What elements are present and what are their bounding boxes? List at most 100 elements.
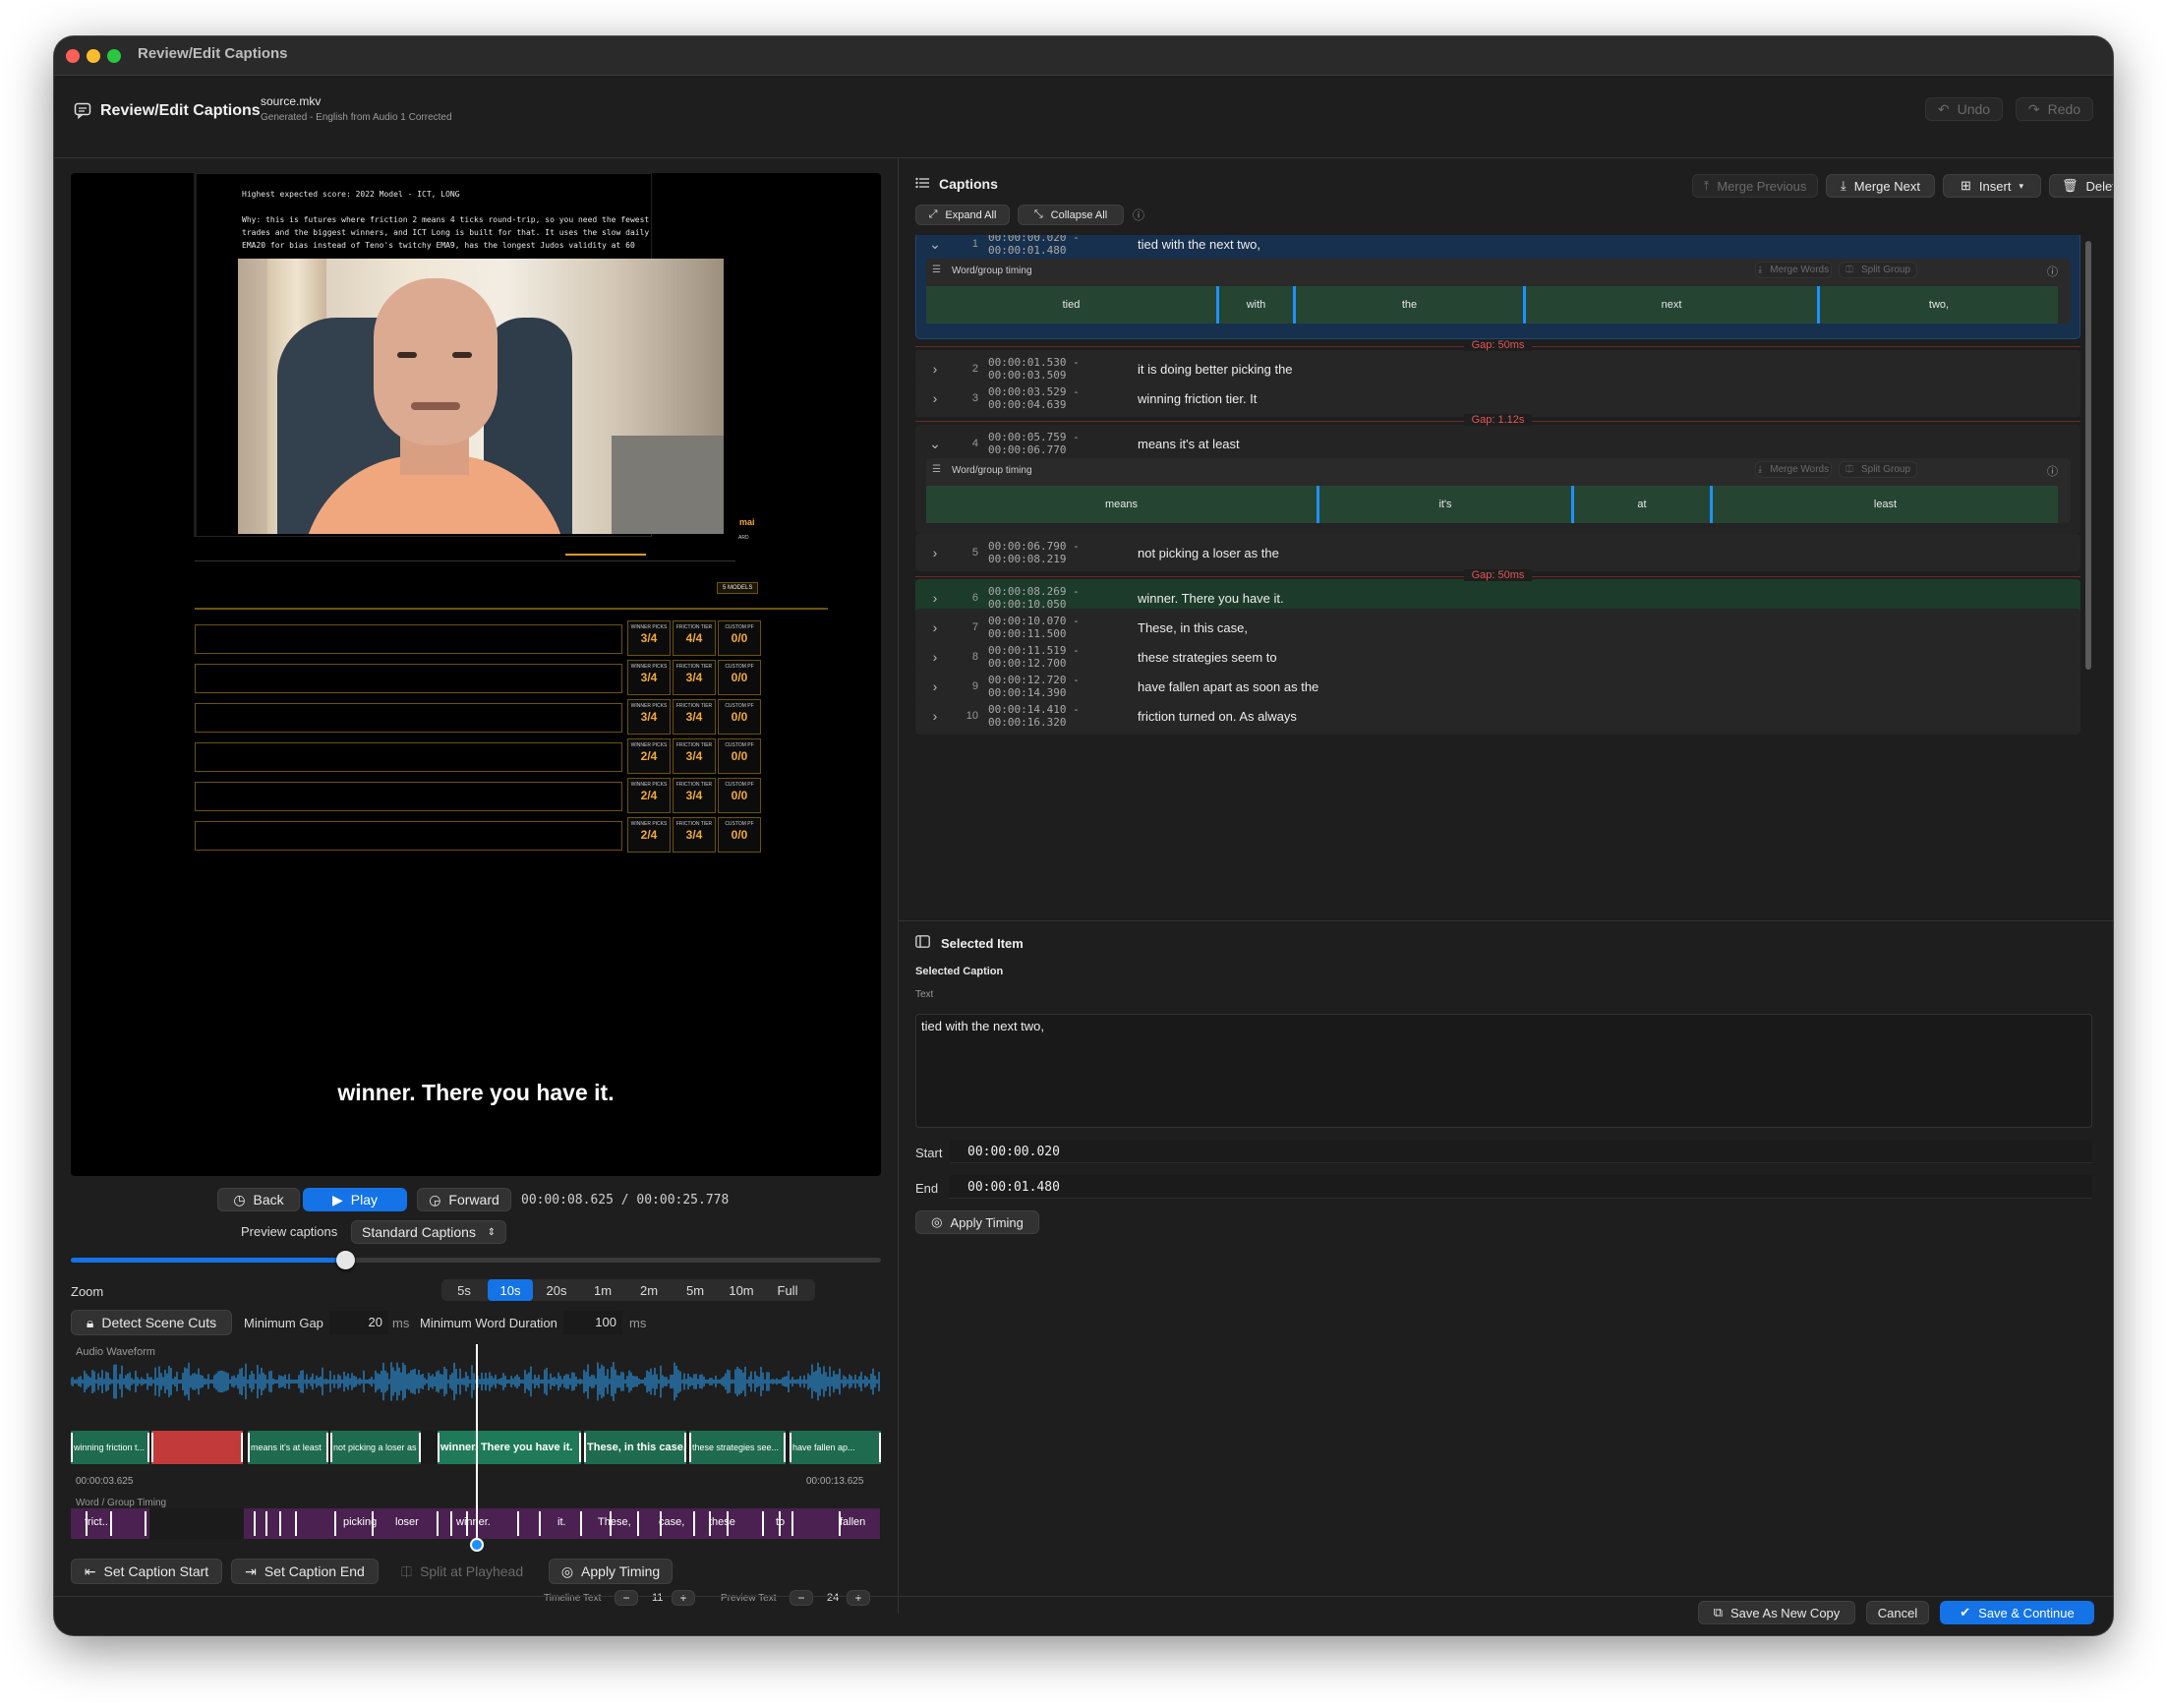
- set-caption-start-button[interactable]: ⇤ Set Caption Start: [71, 1559, 222, 1584]
- merge-words-button[interactable]: ⤓ Merge Words: [1755, 262, 1832, 278]
- cancel-button[interactable]: Cancel: [1866, 1601, 1929, 1624]
- word-boundary-handle[interactable]: [110, 1511, 112, 1536]
- chevron-right-icon[interactable]: ›: [915, 390, 955, 406]
- play-button[interactable]: ▶ Play: [303, 1188, 407, 1211]
- word-segment[interactable]: it's: [1319, 486, 1571, 523]
- zoom-window-button[interactable]: [107, 49, 121, 63]
- word-boundary-handle[interactable]: [693, 1511, 695, 1536]
- zoom-option-5s[interactable]: 5s: [441, 1279, 487, 1301]
- preview-captions-select[interactable]: Standard Captions ⇕: [351, 1220, 506, 1244]
- chevron-down-icon[interactable]: ⌄: [915, 436, 955, 452]
- segment-edge-handle[interactable]: [147, 1433, 149, 1462]
- start-time-field[interactable]: 00:00:00.020: [950, 1140, 2092, 1163]
- caption-row-5[interactable]: › 5 00:00:06.790 - 00:00:08.219 not picking…: [915, 534, 2080, 571]
- zoom-option-1m[interactable]: 1m: [580, 1279, 625, 1301]
- collapse-all-button[interactable]: ⤡ Collapse All: [1018, 205, 1124, 225]
- word-segment[interactable]: the: [1296, 286, 1523, 324]
- save-and-continue-button[interactable]: ✔ Save & Continue: [1940, 1601, 2094, 1624]
- caption-row-4[interactable]: ⌄ 4 00:00:05.759 - 00:00:06.770 means it's …: [915, 425, 2080, 462]
- caption-row-3[interactable]: › 3 00:00:03.529 - 00:00:04.639 winning fri…: [915, 380, 2080, 417]
- segment-edge-handle[interactable]: [579, 1433, 581, 1462]
- preview-text-decrease[interactable]: −: [790, 1590, 813, 1606]
- chevron-right-icon[interactable]: ›: [915, 678, 955, 694]
- word-segment[interactable]: at: [1574, 486, 1710, 523]
- caption-segment[interactable]: have fallen ap...: [790, 1431, 881, 1464]
- caption-segment[interactable]: These, in this case,: [584, 1431, 686, 1464]
- segment-edge-handle[interactable]: [241, 1433, 243, 1462]
- merge-words-button[interactable]: ⤓ Merge Words: [1755, 461, 1832, 478]
- zoom-option-10s[interactable]: 10s: [488, 1279, 533, 1301]
- delete-button[interactable]: 🗑︎Delete: [2049, 174, 2113, 198]
- word-boundary-handle[interactable]: [539, 1511, 541, 1536]
- word-boundary-handle[interactable]: [145, 1511, 146, 1536]
- merge-previous-button[interactable]: ⤒ Merge Previous: [1692, 174, 1818, 198]
- word-boundary-handle[interactable]: [1817, 286, 1820, 324]
- word-timing-bar[interactable]: tied with the next two,: [926, 286, 2058, 324]
- info-icon[interactable]: ⓘ: [2047, 264, 2058, 279]
- caption-segment[interactable]: means it's at least: [248, 1431, 328, 1464]
- segment-edge-handle[interactable]: [419, 1433, 421, 1462]
- split-group-button[interactable]: ⎅ Split Group: [1839, 461, 1917, 478]
- caption-row-10[interactable]: › 10 00:00:14.410 - 00:00:16.320 friction t…: [915, 697, 2080, 735]
- video-preview[interactable]: Highest expected score: 2022 Model - ICT…: [71, 173, 881, 1176]
- detect-scene-cuts-button[interactable]: 🔒︎ Detect Scene Cuts: [71, 1310, 232, 1335]
- segment-edge-handle[interactable]: [784, 1433, 786, 1462]
- forward-button[interactable]: ◶ Forward: [417, 1188, 511, 1211]
- segment-edge-handle[interactable]: [790, 1433, 791, 1462]
- undo-button[interactable]: ↶ Undo: [1925, 97, 2003, 121]
- word-boundary-handle[interactable]: [295, 1511, 297, 1536]
- word-boundary-handle[interactable]: [437, 1511, 439, 1536]
- word-boundary-handle[interactable]: [279, 1511, 281, 1536]
- word-segment[interactable]: least: [1713, 486, 2058, 523]
- segment-edge-handle[interactable]: [438, 1433, 439, 1462]
- playback-slider[interactable]: [71, 1251, 881, 1269]
- segment-edge-handle[interactable]: [879, 1433, 881, 1462]
- word-boundary-handle[interactable]: [265, 1511, 267, 1536]
- segment-edge-handle[interactable]: [248, 1433, 250, 1462]
- redo-button[interactable]: ↷ Redo: [2016, 97, 2093, 121]
- zoom-option-5m[interactable]: 5m: [673, 1279, 718, 1301]
- zoom-option-Full[interactable]: Full: [765, 1279, 810, 1301]
- chevron-right-icon[interactable]: ›: [915, 545, 955, 560]
- word-boundary-handle[interactable]: [254, 1511, 256, 1536]
- word-boundary-handle[interactable]: [1216, 286, 1219, 324]
- segment-edge-handle[interactable]: [326, 1433, 328, 1462]
- segment-edge-handle[interactable]: [684, 1433, 686, 1462]
- playback-slider-thumb[interactable]: [335, 1251, 355, 1269]
- chevron-right-icon[interactable]: ›: [915, 619, 955, 635]
- segment-edge-handle[interactable]: [584, 1433, 586, 1462]
- segment-edge-handle[interactable]: [330, 1433, 332, 1462]
- save-as-new-copy-button[interactable]: ⧉ Save As New Copy: [1698, 1601, 1855, 1624]
- segment-edge-handle[interactable]: [151, 1433, 153, 1462]
- split-group-button[interactable]: ⎅ Split Group: [1839, 262, 1917, 278]
- zoom-option-10m[interactable]: 10m: [719, 1279, 764, 1301]
- zoom-option-2m[interactable]: 2m: [626, 1279, 672, 1301]
- merge-next-button[interactable]: ⤓ Merge Next: [1826, 174, 1935, 198]
- segment-edge-handle[interactable]: [689, 1433, 691, 1462]
- word-boundary-handle[interactable]: [1293, 286, 1296, 324]
- close-window-button[interactable]: [66, 49, 80, 63]
- info-icon[interactable]: ⓘ: [1133, 206, 1144, 223]
- info-icon[interactable]: ⓘ: [2047, 463, 2058, 479]
- word-boundary-handle[interactable]: [334, 1511, 336, 1536]
- word-segment[interactable]: means: [926, 486, 1317, 523]
- caption-segment[interactable]: [151, 1431, 243, 1464]
- preview-text-increase[interactable]: +: [847, 1590, 870, 1606]
- minimize-window-button[interactable]: [87, 49, 100, 63]
- word-timing-bar[interactable]: means it's at least: [926, 486, 2058, 523]
- caption-segment[interactable]: winning friction t...: [71, 1431, 149, 1464]
- set-caption-end-button[interactable]: ⇥ Set Caption End: [231, 1559, 379, 1584]
- word-boundary-handle[interactable]: [791, 1511, 793, 1536]
- playhead[interactable]: [476, 1344, 478, 1545]
- word-boundary-handle[interactable]: [1571, 486, 1574, 523]
- word-boundary-handle[interactable]: [517, 1511, 519, 1536]
- chevron-right-icon[interactable]: ›: [915, 649, 955, 665]
- zoom-option-20s[interactable]: 20s: [534, 1279, 579, 1301]
- insert-button[interactable]: ⊞ Insert ▾: [1943, 174, 2041, 198]
- split-at-playhead-button[interactable]: ⎅ Split at Playhead: [388, 1559, 536, 1584]
- word-segment[interactable]: with: [1219, 286, 1293, 324]
- end-time-field[interactable]: 00:00:01.480: [950, 1175, 2092, 1199]
- word-segment[interactable]: two,: [1820, 286, 2058, 324]
- minimum-word-duration-field[interactable]: 100: [563, 1311, 622, 1334]
- caption-text-area[interactable]: tied with the next two,: [915, 1014, 2092, 1128]
